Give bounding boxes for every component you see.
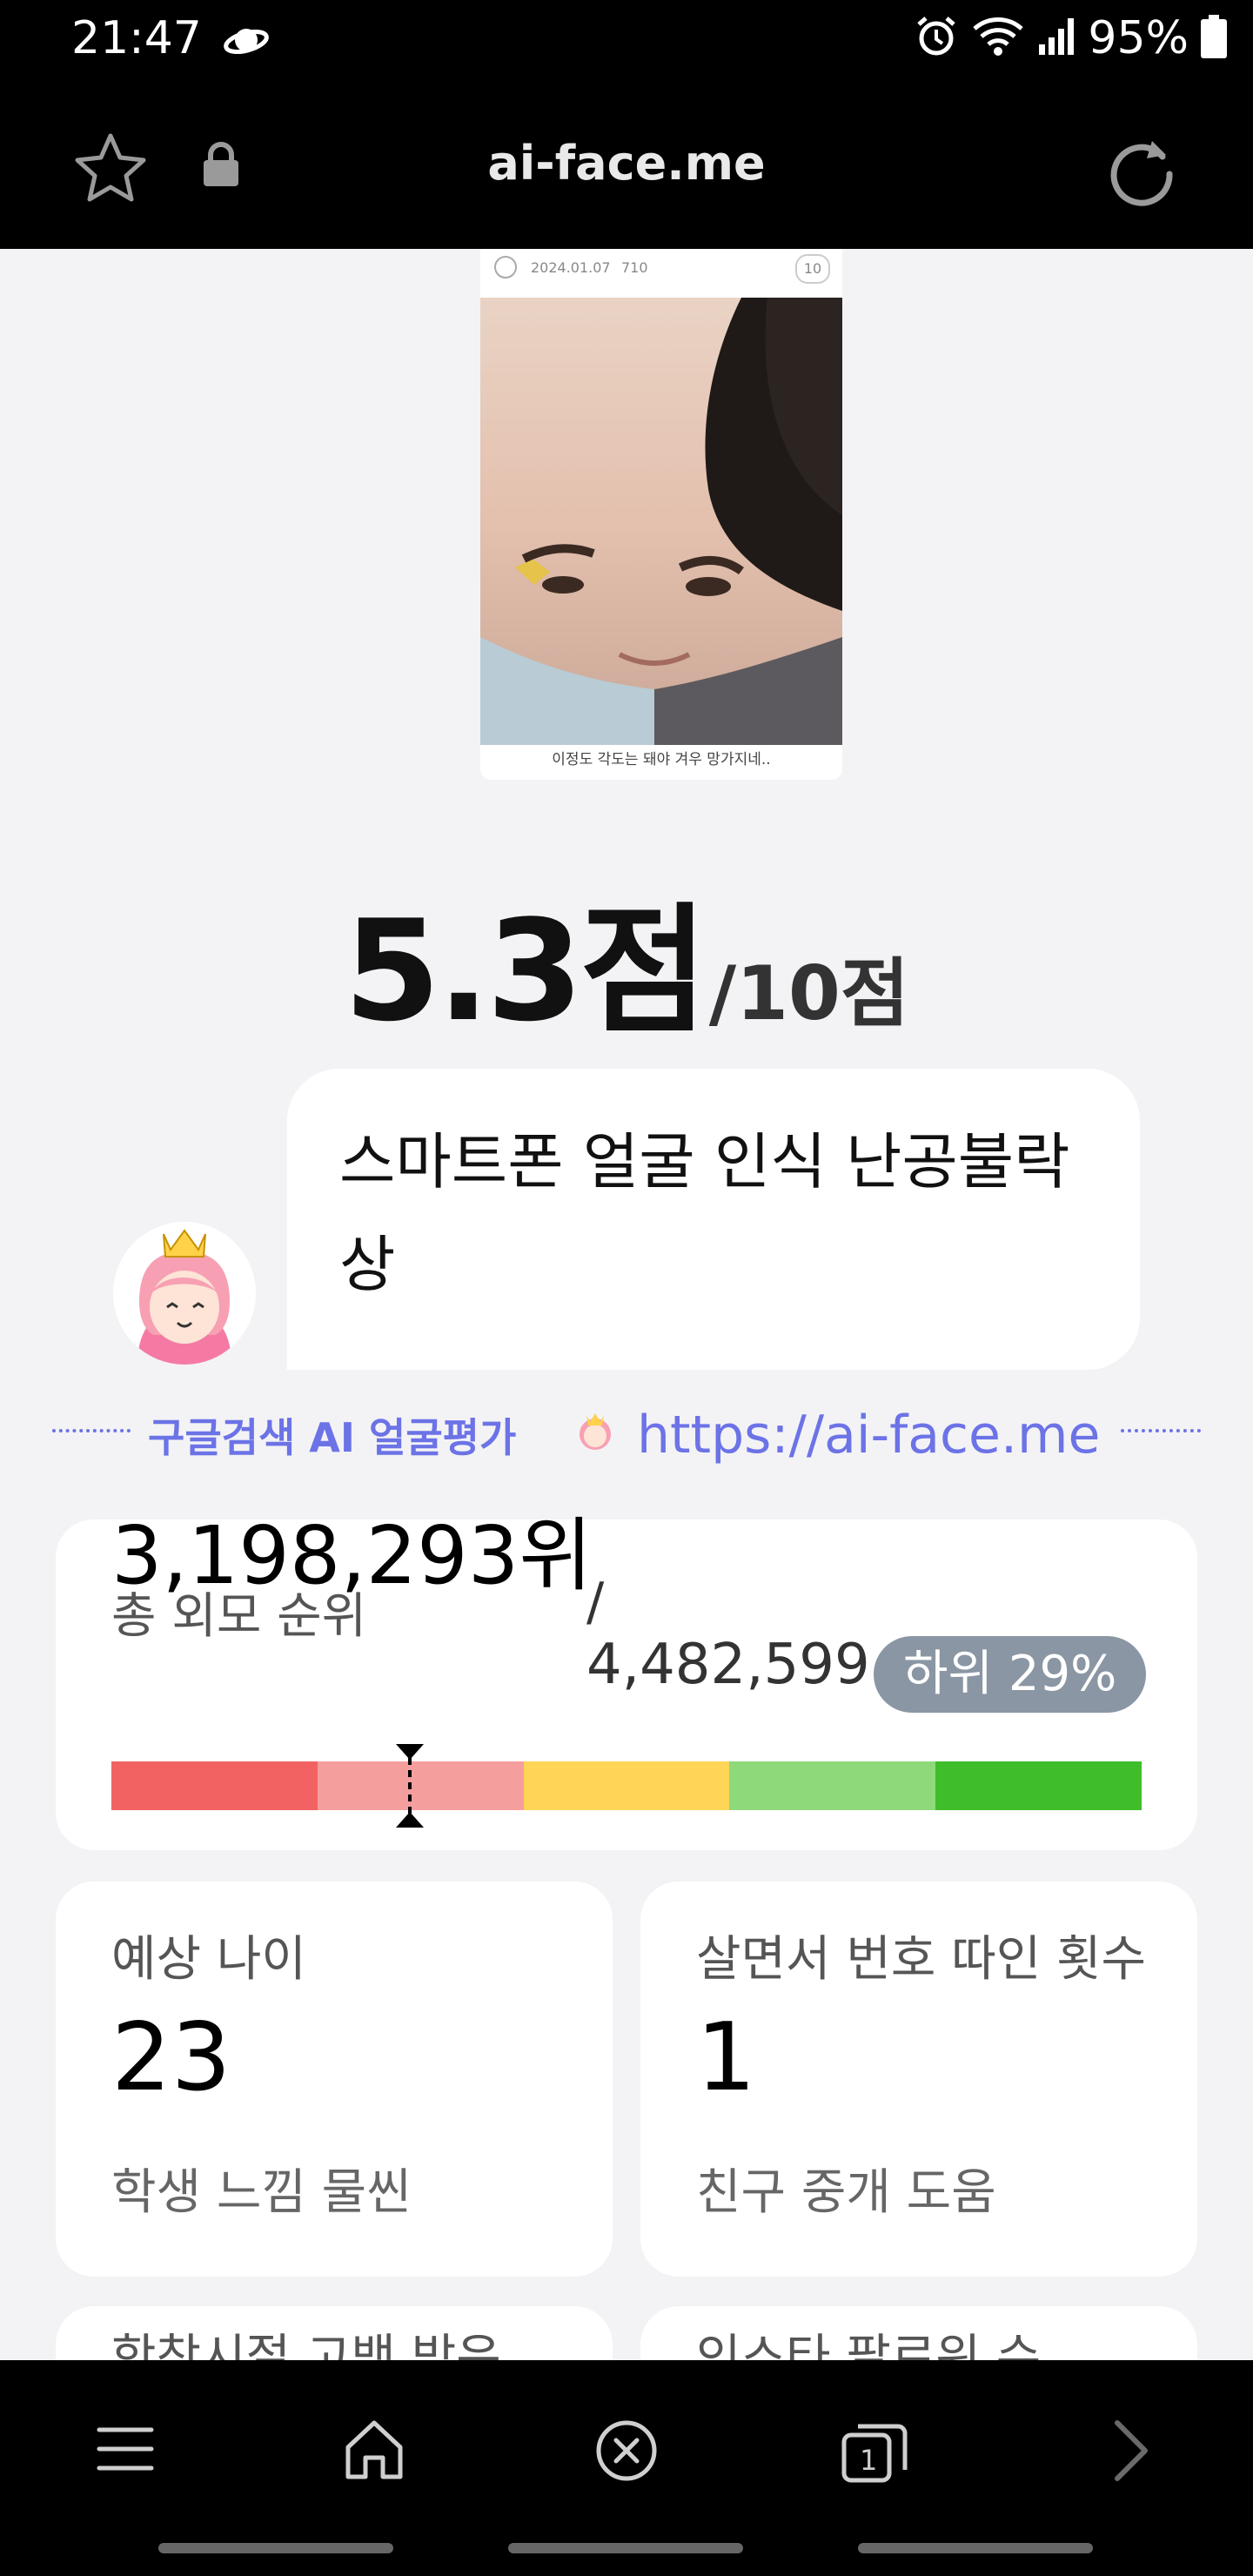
stat-label: 인스타 팔로워 수 <box>696 2330 1042 2360</box>
svg-text:1: 1 <box>860 2444 877 2477</box>
stat-label: 학창시절 고백 받은 <box>111 2330 501 2360</box>
rank-value: 3,198,293위 <box>111 1509 593 1602</box>
comment-text: 스마트폰 얼굴 인식 난공불락상 <box>339 1126 1070 1300</box>
post-header: 2024.01.07 710 10 <box>480 249 842 296</box>
forward-icon[interactable] <box>1105 2418 1157 2487</box>
rank-bar-segment <box>111 1761 318 1810</box>
status-bar: 21:47 95% <box>0 0 1253 87</box>
score-display: 5.3점 /10점 <box>0 858 1253 1060</box>
battery-icon <box>1201 15 1227 62</box>
mini-princess-icon <box>573 1408 618 1457</box>
browser-bottom-bar: 1 <box>0 2360 1253 2576</box>
rank-total: 4,482,599 <box>586 1633 870 1697</box>
stat-value: 23 <box>111 2003 231 2112</box>
rank-card: 총 외모 순위 3,198,293위 / 4,482,599 하위 29% <box>56 1511 1197 1850</box>
gesture-handle-right <box>858 2543 1093 2553</box>
banner-label: 구글검색 AI 얼굴평가 <box>148 1414 517 1461</box>
post-screenshot: 2024.01.07 710 10 이정도 각도는 돼야 겨우 망가지네.. <box>480 249 842 780</box>
stat-value: 1 <box>696 2003 756 2112</box>
banner-divider-left <box>52 1429 131 1432</box>
percentile-badge: 하위 29% <box>874 1636 1147 1713</box>
browser-toolbar: ai-face.me <box>0 87 1253 249</box>
stat-card-followers: 인스타 팔로워 수 <box>640 2306 1197 2360</box>
banner-divider-right <box>1121 1429 1201 1432</box>
promo-banner: 구글검색 AI 얼굴평가 https://ai-face.me <box>52 1405 1201 1466</box>
stat-label: 예상 나이 <box>111 1931 306 1988</box>
samsung-internet-icon <box>222 21 271 63</box>
stat-note: 학생 느낌 물씬 <box>111 2164 412 2221</box>
status-time: 21:47 <box>71 12 202 64</box>
rank-bar-segment <box>729 1761 936 1810</box>
tabs-icon[interactable]: 1 <box>841 2418 910 2487</box>
score-max: /10점 <box>708 950 909 1037</box>
gesture-handle-left <box>158 2543 393 2553</box>
stat-card-age: 예상 나이 23 학생 느낌 물씬 <box>56 1882 613 2277</box>
rank-bar-segment <box>523 1761 730 1810</box>
alarm-icon <box>914 14 959 63</box>
page-content: 2024.01.07 710 10 이정도 각도는 돼야 겨우 망가지네.. 5… <box>0 249 1253 2360</box>
status-icons: 95% <box>914 12 1227 64</box>
close-tab-icon[interactable] <box>593 2418 660 2487</box>
post-views: 710 <box>621 259 648 276</box>
address-bar-url[interactable]: ai-face.me <box>0 136 1253 191</box>
menu-icon[interactable] <box>94 2418 157 2484</box>
stat-label: 살면서 번호 따인 횟수 <box>696 1931 1147 1988</box>
post-caption: 이정도 각도는 돼야 겨우 망가지네.. <box>552 751 771 768</box>
wifi-icon <box>971 15 1025 62</box>
rank-color-bar <box>111 1761 1142 1810</box>
post-date: 2024.01.07 <box>531 259 611 276</box>
gesture-handle-center <box>508 2543 743 2553</box>
banner-link[interactable]: https://ai-face.me <box>637 1405 1100 1466</box>
face-photo <box>480 298 842 745</box>
post-comment-count: 10 <box>795 254 830 284</box>
signal-icon <box>1037 17 1075 60</box>
rank-bar-segment <box>935 1761 1142 1810</box>
stat-card-number-asked: 살면서 번호 따인 횟수 1 친구 중개 도움 <box>640 1882 1197 2277</box>
rank-separator: / <box>586 1572 605 1633</box>
princess-avatar <box>113 1222 256 1365</box>
app-icon <box>492 254 519 284</box>
battery-percent: 95% <box>1088 12 1189 64</box>
reload-icon[interactable] <box>1105 134 1178 211</box>
comment-bubble: 스마트폰 얼굴 인식 난공불락상 <box>287 1069 1140 1370</box>
home-icon[interactable] <box>341 2418 407 2484</box>
stat-note: 친구 중개 도움 <box>696 2164 996 2221</box>
rank-marker-icon <box>392 1744 427 1831</box>
score-value: 5.3점 <box>344 889 708 1052</box>
stat-card-confessions: 학창시절 고백 받은 <box>56 2306 613 2360</box>
